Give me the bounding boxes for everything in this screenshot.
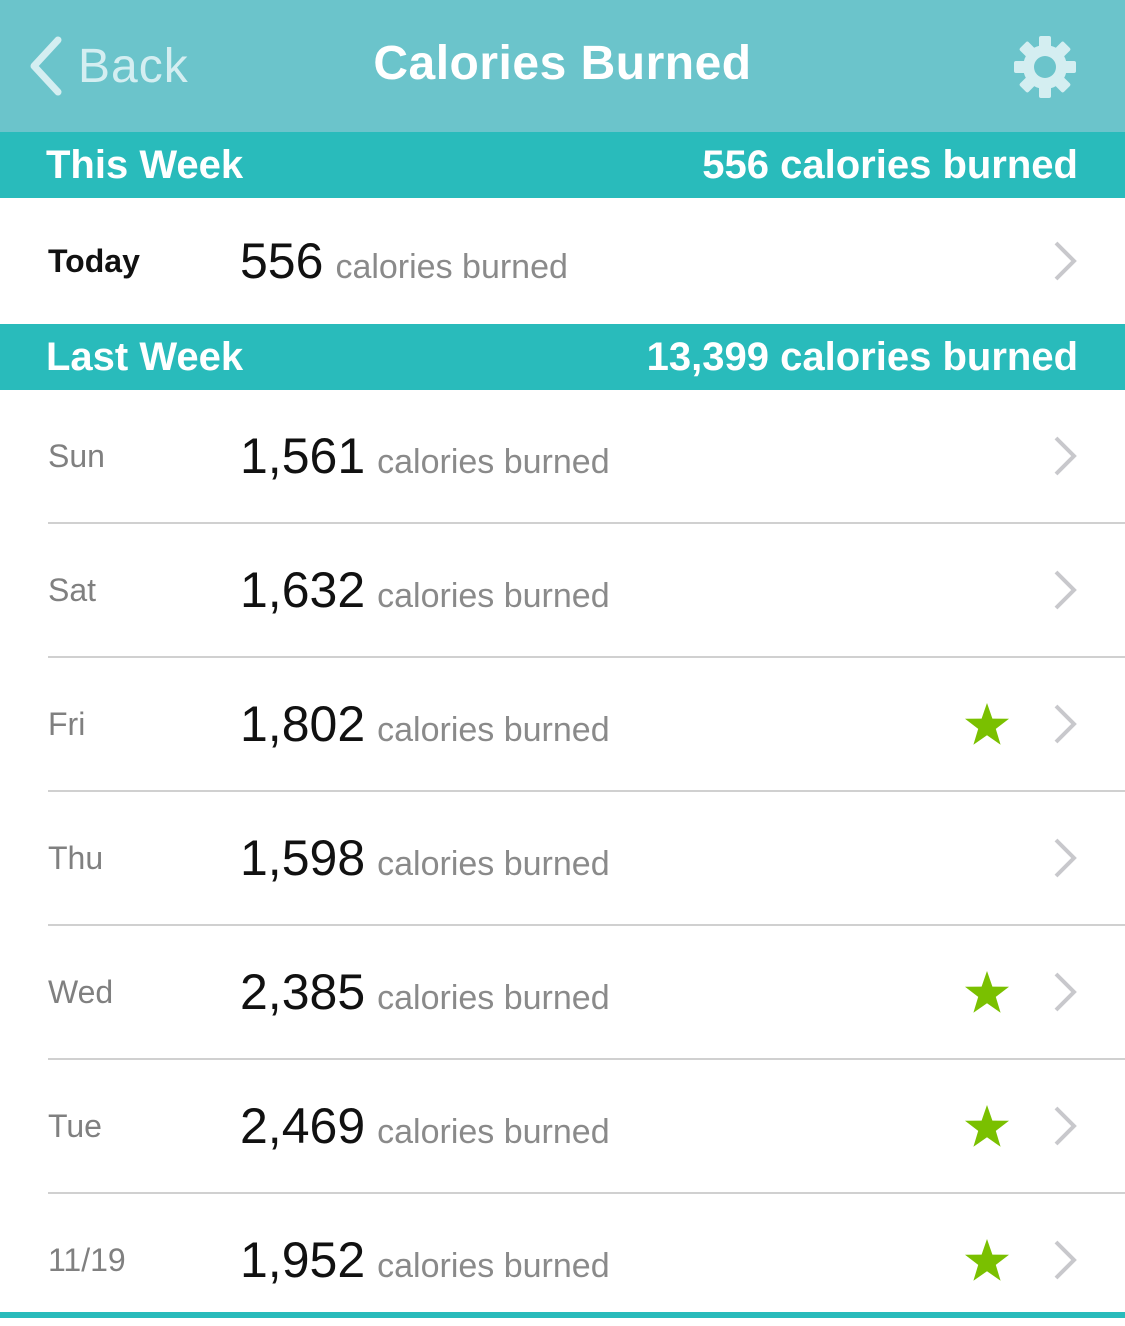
chevron-right-icon	[1054, 1240, 1077, 1280]
day-label: Sat	[48, 571, 97, 608]
calorie-number: 1,561	[240, 428, 366, 484]
this-week-label: This Week	[46, 142, 244, 187]
chevron-right-icon	[1054, 1106, 1077, 1146]
calorie-value: 556 calories burned	[240, 232, 568, 290]
calorie-number: 1,632	[240, 562, 366, 618]
calorie-unit: calories burned	[377, 577, 610, 615]
this-week-total: 556 calories burned	[702, 142, 1078, 187]
calorie-number: 1,952	[240, 1232, 366, 1288]
bottom-accent-bar	[0, 1312, 1125, 1318]
star-icon	[965, 1105, 1009, 1147]
day-label: Wed	[48, 973, 114, 1010]
day-label: Sun	[48, 437, 105, 474]
list-item-day[interactable]: Sun 1,561 calories burned	[0, 390, 1125, 522]
calorie-unit: calories burned	[335, 248, 568, 286]
last-week-list: Sun 1,561 calories burned Sat 1,632 calories …	[0, 390, 1125, 1326]
calorie-number: 2,469	[240, 1098, 366, 1154]
chevron-right-icon	[1054, 570, 1077, 610]
chevron-right-icon	[1054, 972, 1077, 1012]
last-week-total: 13,399 calories burned	[646, 334, 1078, 379]
day-label: Tue	[48, 1107, 102, 1144]
calorie-unit: calories burned	[377, 1247, 610, 1285]
calorie-number: 2,385	[240, 964, 366, 1020]
calorie-value: 2,385 calories burned	[240, 963, 610, 1021]
chevron-right-icon	[1054, 436, 1077, 476]
star-icon	[965, 703, 1009, 745]
this-week-header: This Week 556 calories burned	[0, 132, 1125, 198]
day-label: 11/19	[48, 1241, 126, 1278]
calorie-unit: calories burned	[377, 845, 610, 883]
calorie-unit: calories burned	[377, 443, 610, 481]
last-week-header: Last Week 13,399 calories burned	[0, 324, 1125, 390]
calorie-unit: calories burned	[377, 979, 610, 1017]
calorie-number: 1,802	[240, 696, 366, 752]
last-week-label: Last Week	[46, 334, 244, 379]
star-icon	[965, 1239, 1009, 1281]
chevron-right-icon	[1054, 704, 1077, 744]
calorie-value: 1,598 calories burned	[240, 829, 610, 887]
calorie-number: 556	[240, 233, 324, 289]
day-label: Fri	[48, 705, 86, 742]
calorie-unit: calories burned	[377, 1113, 610, 1151]
list-item-day[interactable]: Fri 1,802 calories burned	[0, 658, 1125, 790]
nav-bar: Back Calories Burned	[0, 0, 1125, 132]
star-icon	[965, 971, 1009, 1013]
calorie-value: 1,952 calories burned	[240, 1231, 610, 1289]
chevron-right-icon	[1054, 241, 1077, 281]
list-item-day[interactable]: Thu 1,598 calories burned	[0, 792, 1125, 924]
calorie-value: 1,632 calories burned	[240, 561, 610, 619]
calorie-unit: calories burned	[377, 711, 610, 749]
page-title: Calories Burned	[373, 37, 752, 90]
list-item-day[interactable]: Sat 1,632 calories burned	[0, 524, 1125, 656]
list-item-day[interactable]: 11/19 1,952 calories burned	[0, 1194, 1125, 1326]
day-label: Today	[48, 242, 140, 279]
calorie-number: 1,598	[240, 830, 366, 886]
list-item-day[interactable]: Wed 2,385 calories burned	[0, 926, 1125, 1058]
calorie-value: 1,561 calories burned	[240, 427, 610, 485]
day-label: Thu	[48, 839, 104, 876]
list-item-today[interactable]: Today 556 calories burned	[0, 198, 1125, 324]
gear-icon[interactable]	[1012, 34, 1078, 100]
calorie-value: 2,469 calories burned	[240, 1097, 610, 1155]
calorie-value: 1,802 calories burned	[240, 695, 610, 753]
list-item-day[interactable]: Tue 2,469 calories burned	[0, 1060, 1125, 1192]
chevron-right-icon	[1054, 838, 1077, 878]
